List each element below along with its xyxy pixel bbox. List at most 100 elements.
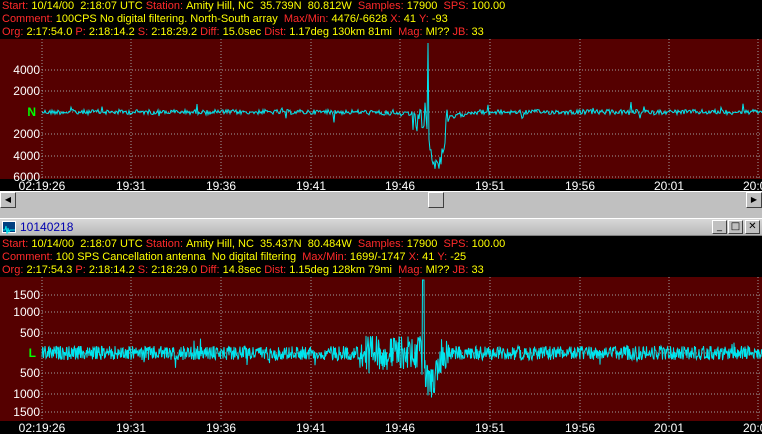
x-axis-label: 19:51 xyxy=(475,421,505,434)
horizontal-scrollbar[interactable]: ◀ ▶ xyxy=(0,191,762,208)
seismogram-icon xyxy=(2,221,16,235)
y-axis-label: 1000 xyxy=(13,387,40,401)
x-axis-label: 19:31 xyxy=(116,421,146,434)
field-label: P: xyxy=(75,264,89,276)
field-value: -25 xyxy=(450,251,467,263)
x-axis-label: 19:36 xyxy=(206,179,236,191)
field-label: Max/Min: xyxy=(302,251,350,263)
scroll-left-button[interactable]: ◀ xyxy=(0,192,16,208)
x-axis-label: 20:06 xyxy=(743,179,762,191)
x-axis-label: 20:01 xyxy=(654,179,684,191)
field-value: Amity Hill, NC 35.437N 80.484W xyxy=(186,238,358,250)
field-value: 1.17deg 130km 81mi xyxy=(289,26,399,38)
scroll-right-button[interactable]: ▶ xyxy=(746,192,762,208)
x-axis-label: 20:06 xyxy=(743,421,762,434)
y-axis-label: 1500 xyxy=(13,288,40,302)
field-label: Dist: xyxy=(264,264,290,276)
bottom-seismogram-pane[interactable]: 1500 1000 500 L 500 1000 1500 02:19:26 19:31 19:3… xyxy=(0,277,762,434)
top-seismogram-pane[interactable]: 4000 2000 N 2000 4000 6000 02:19:26 19:31 19:36 1… xyxy=(0,39,762,191)
field-label: Start: xyxy=(2,0,32,12)
window-separator xyxy=(0,208,762,218)
field-label: Mag: xyxy=(398,26,426,38)
y-axis-label: 1000 xyxy=(13,305,40,319)
x-axis-label: 19:41 xyxy=(296,421,326,434)
field-value: 2:18:29.0 xyxy=(151,264,201,276)
field-label: Y: xyxy=(419,13,432,25)
top-header-line-1: Start: 10/14/00 2:18:07 UTC Station: Ami… xyxy=(0,0,762,13)
field-label: Dist: xyxy=(264,26,290,38)
x-axis-label: 19:31 xyxy=(116,179,146,191)
field-value: 2:18:14.2 xyxy=(88,26,138,38)
field-label: S: xyxy=(137,264,152,276)
field-label: X: xyxy=(408,251,423,263)
field-value: 100CPS No digital filtering. North-South… xyxy=(55,13,284,25)
y-axis-label: 500 xyxy=(20,326,40,340)
plot-background xyxy=(0,39,762,179)
x-axis-label: 02:19:26 xyxy=(19,179,66,191)
field-value: 33 xyxy=(471,264,484,276)
field-label: Diff: xyxy=(200,264,223,276)
field-value: 15.0sec xyxy=(222,26,265,38)
x-axis-label: 02:19:26 xyxy=(19,421,66,434)
bottom-header-line-2: Comment: 100 SPS Cancellation antenna No… xyxy=(0,251,762,264)
field-label: Mag: xyxy=(398,264,426,276)
field-label: Max/Min: xyxy=(283,13,332,25)
field-label: Org: xyxy=(2,26,27,38)
field-value: 1.15deg 128km 79mi xyxy=(289,264,399,276)
field-value: 41 xyxy=(422,251,438,263)
field-value: 2:18:29.2 xyxy=(151,26,201,38)
field-value: 100 SPS Cancellation antenna No digital … xyxy=(55,251,303,263)
field-label: Station: xyxy=(145,238,187,250)
field-label: Start: xyxy=(2,238,32,250)
field-value: Ml?? xyxy=(425,26,453,38)
x-axis-label: 19:46 xyxy=(385,421,415,434)
field-value: 1699/-1747 xyxy=(349,251,409,263)
bottom-header-line-3: Org: 2:17:54.3 P: 2:18:14.2 S: 2:18:29.0… xyxy=(0,264,762,277)
close-button[interactable]: ✕ xyxy=(745,220,760,234)
field-label: SPS: xyxy=(443,238,472,250)
field-label: Samples: xyxy=(357,0,407,12)
scroll-thumb[interactable] xyxy=(428,192,444,208)
x-axis-label: 19:41 xyxy=(296,179,326,191)
window-title: 10140218 xyxy=(20,220,74,234)
field-value: 4476/-6628 xyxy=(331,13,391,25)
top-header-line-3: Org: 2:17:54.0 P: 2:18:14.2 S: 2:18:29.2… xyxy=(0,26,762,39)
minimize-button[interactable]: _ xyxy=(712,220,727,234)
y-axis-label: L xyxy=(29,346,36,360)
field-label: X: xyxy=(390,13,404,25)
y-axis-label: 4000 xyxy=(13,149,40,163)
field-value: Ml?? xyxy=(425,264,453,276)
maximize-button[interactable]: □ xyxy=(728,220,743,234)
trace-window-titlebar[interactable]: 10140218 _ □ ✕ xyxy=(0,218,762,236)
field-value: 41 xyxy=(403,13,420,25)
field-label: JB: xyxy=(452,264,472,276)
field-label: SPS: xyxy=(443,0,472,12)
bottom-seismogram-plot[interactable]: 1500 1000 500 L 500 1000 1500 02:19:26 19:31 19:3… xyxy=(0,277,762,434)
field-value: 2:17:54.3 xyxy=(26,264,76,276)
field-value: 17900 xyxy=(406,0,444,12)
field-value: 2:18:14.2 xyxy=(88,264,138,276)
y-axis-label: 2000 xyxy=(13,127,40,141)
field-label: Station: xyxy=(145,0,187,12)
field-value: 10/14/00 2:18:07 UTC xyxy=(31,238,146,250)
y-axis-label: 4000 xyxy=(13,63,40,77)
field-value: 100.00 xyxy=(471,238,506,250)
x-axis-label: 19:56 xyxy=(565,179,595,191)
top-trace-header: Start: 10/14/00 2:18:07 UTC Station: Ami… xyxy=(0,0,762,39)
field-label: S: xyxy=(137,26,152,38)
field-label: Comment: xyxy=(2,251,56,263)
top-seismogram-plot[interactable]: 40002000N20004000600002:19:26 19:31 19:36 1… xyxy=(0,39,762,191)
field-value: 2:17:54.0 xyxy=(26,26,76,38)
field-value: -93 xyxy=(431,13,448,25)
y-axis-label: 2000 xyxy=(13,84,40,98)
x-axis-label: 19:36 xyxy=(206,421,236,434)
top-header-line-2: Comment: 100CPS No digital filtering. No… xyxy=(0,13,762,26)
field-label: JB: xyxy=(452,26,472,38)
y-axis-label: 500 xyxy=(20,366,40,380)
field-value: 100.00 xyxy=(471,0,506,12)
x-axis-label: 19:56 xyxy=(565,421,595,434)
bottom-header-line-1: Start: 10/14/00 2:18:07 UTC Station: Ami… xyxy=(0,238,762,251)
field-value: 17900 xyxy=(406,238,444,250)
field-label: Y: xyxy=(437,251,451,263)
y-axis-label: 1500 xyxy=(13,405,40,419)
